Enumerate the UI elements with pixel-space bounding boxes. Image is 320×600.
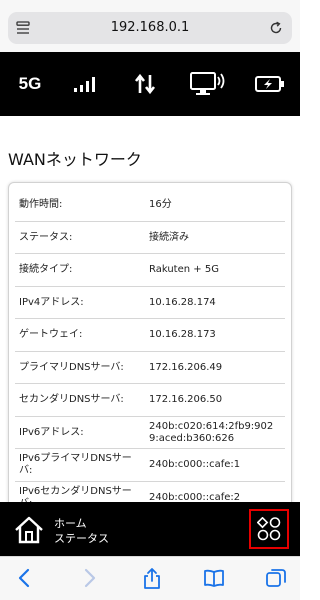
table-row: プライマリDNSサーバ: 172.16.206.49 xyxy=(15,352,285,384)
forward-icon[interactable] xyxy=(78,567,100,589)
status-label: ステータス xyxy=(54,532,109,545)
main-content: WANネットワーク 動作時間: 16分 ステータス: 接続済み 接続タイプ: R… xyxy=(0,116,300,502)
row-label: セカンダリDNSサーバ: xyxy=(19,394,124,406)
row-label: IPv6プライマリDNSサーバ: xyxy=(19,453,132,477)
table-row: ゲートウェイ: 10.16.28.173 xyxy=(15,319,285,352)
apps-grid-icon xyxy=(257,517,281,541)
home-labels: ホーム ステータス xyxy=(54,516,109,546)
tabs-icon[interactable] xyxy=(265,567,287,589)
row-label: 動作時間: xyxy=(19,199,63,211)
row-label: 接続タイプ: xyxy=(19,264,73,276)
wan-info-card: 動作時間: 16分 ステータス: 接続済み 接続タイプ: Rakuten + 5… xyxy=(8,182,292,502)
router-status-bar: 5G xyxy=(0,52,300,116)
battery-charging-icon xyxy=(250,52,290,116)
table-row: IPv4アドレス: 10.16.28.174 xyxy=(15,287,285,319)
table-row: ステータス: 接続済み xyxy=(15,222,285,254)
back-icon[interactable] xyxy=(14,567,36,589)
table-row: 接続タイプ: Rakuten + 5G xyxy=(15,254,285,287)
row-value: 240b:c000::cafe:2 xyxy=(149,491,241,502)
row-value: 10.16.28.174 xyxy=(149,296,216,308)
reload-icon[interactable] xyxy=(268,20,284,36)
row-label: ステータス: xyxy=(19,231,73,243)
bookmarks-icon[interactable] xyxy=(203,567,225,589)
table-row: IPv6セカンダリDNSサーバ: 240b:c000::cafe:2 xyxy=(15,482,285,502)
signal-bars-icon xyxy=(68,52,104,116)
browser-toolbar xyxy=(0,556,300,600)
table-row: IPv6プライマリDNSサーバ: 240b:c000::cafe:1 xyxy=(15,449,285,482)
home-icon xyxy=(15,516,43,544)
row-label: IPv4アドレス: xyxy=(19,296,84,308)
browser-address-area: 192.168.0.1 xyxy=(0,0,300,52)
row-label: IPv6セカンダリDNSサーバ: xyxy=(19,485,132,502)
network-type-label: 5G xyxy=(18,74,42,93)
page-title: WANネットワーク xyxy=(8,150,142,169)
row-value: 接続済み xyxy=(149,231,189,243)
row-label: プライマリDNSサーバ: xyxy=(19,361,124,373)
row-value: 240b:c000::cafe:1 xyxy=(149,459,241,471)
bottom-nav: ホーム ステータス xyxy=(0,502,300,556)
home-status-link[interactable]: ホーム ステータス xyxy=(10,512,140,546)
url-text[interactable]: 192.168.0.1 xyxy=(8,12,292,44)
home-label: ホーム xyxy=(54,517,87,530)
row-value: 10.16.28.173 xyxy=(149,329,216,341)
table-row: 動作時間: 16分 xyxy=(15,189,285,222)
data-transfer-icon xyxy=(128,52,162,116)
row-value: Rakuten + 5G xyxy=(149,264,219,276)
row-value: 172.16.206.50 xyxy=(149,394,223,406)
row-value: 240b:c020:614:2fb9:9029:aced:b360:626 xyxy=(149,420,274,444)
table-row: セカンダリDNSサーバ: 172.16.206.50 xyxy=(15,384,285,417)
wifi-device-icon xyxy=(186,52,230,116)
apps-menu-button[interactable] xyxy=(249,509,289,549)
table-row: IPv6アドレス: 240b:c020:614:2fb9:9029:aced:b… xyxy=(15,417,285,449)
address-bar[interactable]: 192.168.0.1 xyxy=(8,12,292,44)
row-value: 172.16.206.49 xyxy=(149,361,223,373)
row-value: 16分 xyxy=(149,199,172,211)
row-label: IPv6アドレス: xyxy=(19,426,84,438)
row-label: ゲートウェイ: xyxy=(19,329,83,341)
wan-info-list: 動作時間: 16分 ステータス: 接続済み 接続タイプ: Rakuten + 5… xyxy=(15,189,285,502)
share-icon[interactable] xyxy=(141,567,163,589)
